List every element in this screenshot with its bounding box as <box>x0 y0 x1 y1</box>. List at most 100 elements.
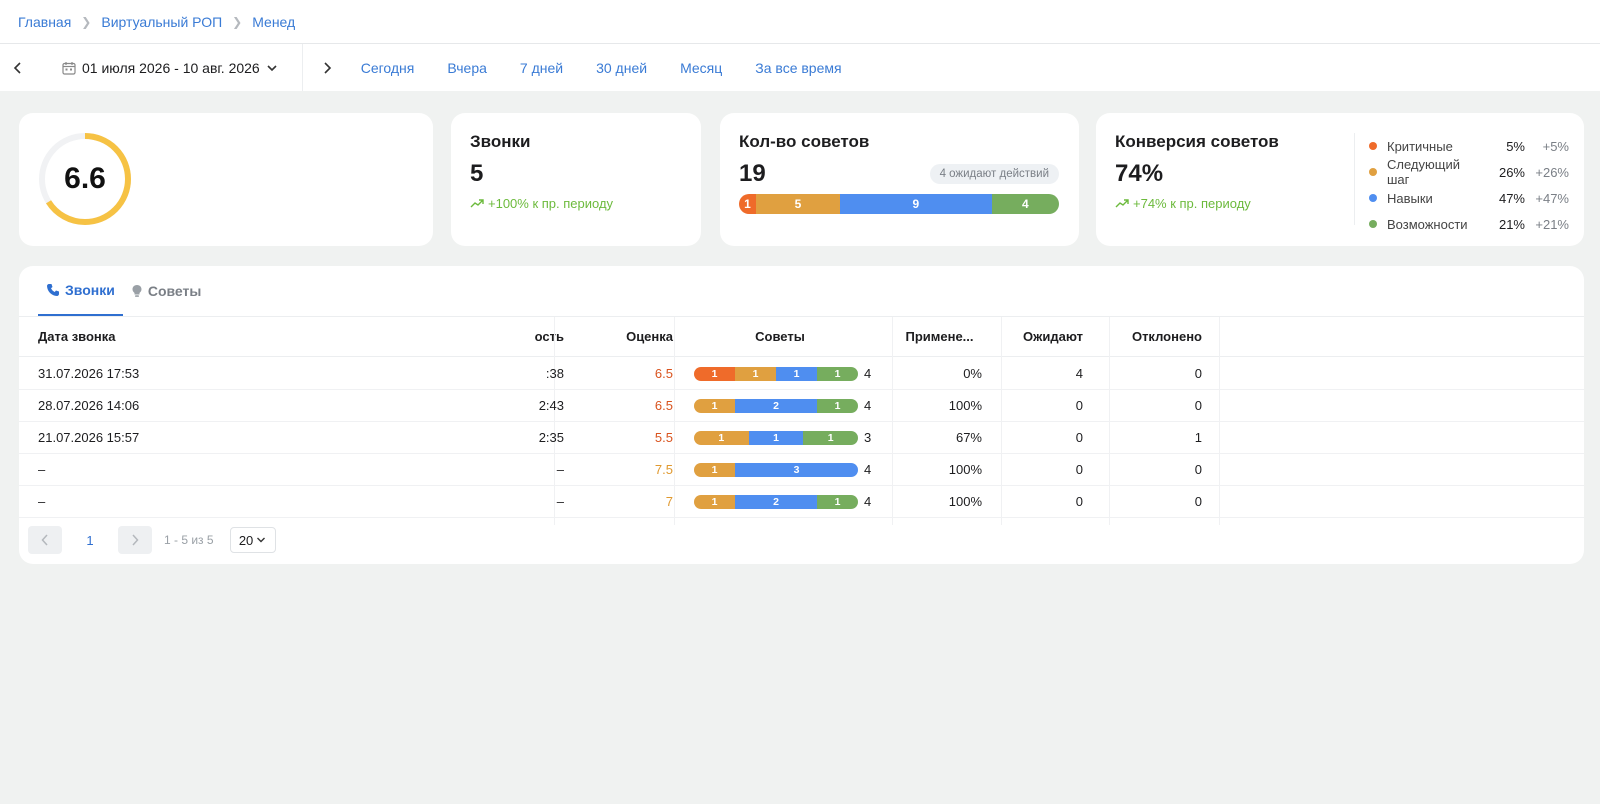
legend-percent: 21% <box>1498 216 1525 232</box>
row-tips-total: 3 <box>864 430 872 445</box>
row-tips: 11114 <box>694 358 871 389</box>
quick-7-days[interactable]: 7 дней <box>520 60 563 76</box>
legend-dot <box>1369 168 1377 176</box>
tabs: Звонки Советы <box>19 266 1584 317</box>
row-score: 7.5 <box>654 462 673 477</box>
row-applied: 67% <box>955 430 982 445</box>
trend-up-icon <box>1115 198 1129 207</box>
date-range-value: 01 июля 2026 - 10 авг. 2026 <box>82 59 260 76</box>
legend-row: Навыки 47% +47% <box>1369 185 1569 211</box>
breadcrumb-home[interactable]: Главная <box>18 14 71 30</box>
chevron-down-icon <box>257 537 266 543</box>
tips-segment: 5 <box>755 194 841 214</box>
date-range-picker[interactable]: 01 июля 2026 - 10 авг. 2026 <box>36 44 303 91</box>
row-date: – <box>38 462 46 477</box>
row-tips-segment: 1 <box>776 366 817 381</box>
tab-tips-label: Советы <box>147 283 202 299</box>
conversion-card: Конверсия советов 74% +74% к пр. периоду… <box>1096 113 1584 246</box>
row-tips-segment: 1 <box>694 494 735 509</box>
chevron-left-icon <box>13 61 21 74</box>
quick-today[interactable]: Сегодня <box>361 60 415 76</box>
row-tips: 134 <box>694 454 871 485</box>
prev-page-button[interactable] <box>28 526 62 554</box>
row-rejected: 0 <box>1194 398 1202 413</box>
row-tips-segment: 1 <box>817 366 858 381</box>
prev-period-button[interactable] <box>0 44 36 91</box>
calls-value: 5 <box>470 160 484 187</box>
breadcrumb-manager[interactable]: Менед <box>252 14 295 30</box>
row-tips-segment: 1 <box>694 398 735 413</box>
legend-label: Следующий шаг <box>1387 157 1460 187</box>
row-date: 31.07.2026 17:53 <box>38 366 140 381</box>
chevron-left-icon <box>41 534 48 546</box>
tab-calls[interactable]: Звонки <box>38 266 123 316</box>
page-size-select[interactable]: 20 <box>229 527 276 553</box>
legend-row: Критичные 5% +5% <box>1369 133 1569 159</box>
page-info: 1 - 5 из 5 <box>164 533 214 547</box>
row-tips-segment: 1 <box>694 366 735 381</box>
chevron-right-icon <box>324 61 331 74</box>
calls-trend-text: +100% к пр. периоду <box>488 196 614 211</box>
next-page-button[interactable] <box>118 526 152 554</box>
row-tips-segment: 1 <box>803 430 858 445</box>
calendar-icon <box>62 61 76 75</box>
legend-label: Навыки <box>1387 190 1433 206</box>
page-size-value: 20 <box>238 532 254 548</box>
row-tips: 1113 <box>694 422 871 453</box>
row-tips-segment: 1 <box>694 430 749 445</box>
row-date: – <box>38 494 46 509</box>
tips-segment: 9 <box>840 194 992 214</box>
breadcrumb: Главная ❯ Виртуальный РОП ❯ Менед <box>0 0 1600 44</box>
quick-30-days[interactable]: 30 дней <box>596 60 647 76</box>
table-row[interactable]: 31.07.2026 17:53:38 6.5 1 1 1 1 4 0% 4 0 <box>19 358 1584 390</box>
legend-percent: 5% <box>1506 138 1525 154</box>
legend-percent: 47% <box>1498 190 1525 206</box>
calls-title: Звонки <box>470 132 531 151</box>
row-tips-bar: 111 <box>694 430 858 445</box>
header-waiting[interactable]: Ожидают <box>994 317 1101 356</box>
breadcrumb-virtual-rop[interactable]: Виртуальный РОП <box>101 14 222 30</box>
header-score[interactable]: Оценка <box>554 317 673 356</box>
table-row[interactable]: 28.07.2026 14:06 2:43 6.5 1 2 1 4 100% 0 0 <box>19 390 1584 422</box>
header-tips[interactable]: Советы <box>674 317 886 356</box>
chevron-right-icon: ❯ <box>81 14 92 29</box>
quick-month[interactable]: Месяц <box>680 60 722 76</box>
score-card: 6.6 <box>19 113 433 246</box>
row-applied: 0% <box>963 366 982 381</box>
row-tips-segment: 2 <box>735 398 817 413</box>
row-tips-segment: 1 <box>817 494 858 509</box>
row-tips-total: 4 <box>864 398 872 413</box>
row-tips-segment: 1 <box>735 366 776 381</box>
table-header: Дата звонка ость Оценка Советы Примене..… <box>19 317 1584 357</box>
quick-all-time[interactable]: За все время <box>755 60 841 76</box>
chevron-right-icon <box>132 534 139 546</box>
table-row[interactable]: – –7 1 2 1 4 100% 0 0 <box>19 486 1584 518</box>
tips-segment: 1 <box>739 194 756 214</box>
tips-count-card: Кол-во советов 1 9 4 ожидают действий 159… <box>720 113 1079 246</box>
trend-up-icon <box>470 198 484 207</box>
header-rejected[interactable]: Отклонено <box>1102 317 1220 356</box>
legend-delta: +26% <box>1535 164 1569 180</box>
row-tips-segment: 3 <box>735 462 858 477</box>
page-number[interactable]: 1 <box>62 533 118 548</box>
phone-icon <box>47 284 59 296</box>
table-row[interactable]: 21.07.2026 15:57 2:35 5.5 1 1 1 3 67% 0 1 <box>19 422 1584 454</box>
row-waiting: 0 <box>1075 398 1083 413</box>
row-tips-segment: 1 <box>694 462 735 477</box>
header-applied[interactable]: Примене... <box>886 317 993 356</box>
table-row[interactable]: – –7.5 1 3 4 100% 0 0 <box>19 454 1584 486</box>
row-tips: 1214 <box>694 486 871 517</box>
tab-tips[interactable]: Советы <box>123 266 210 316</box>
header-date[interactable]: Дата звонка <box>38 317 116 356</box>
tips-segment: 4 <box>991 194 1059 214</box>
row-tips-total: 4 <box>864 366 872 381</box>
legend-label: Возможности <box>1387 216 1468 232</box>
legend-row: Следующий шаг 26% +26% <box>1369 157 1569 187</box>
row-applied: 100% <box>948 462 982 477</box>
calls-table-card: Звонки Советы Дата звонка ость Оценка Со… <box>19 266 1584 564</box>
quick-yesterday[interactable]: Вчера <box>447 60 487 76</box>
row-tips-bar: 121 <box>694 494 858 509</box>
tips-segment-bar: 1594 <box>739 194 1059 214</box>
next-period-button[interactable] <box>303 44 351 91</box>
row-tips-bar: 1111 <box>694 366 858 381</box>
